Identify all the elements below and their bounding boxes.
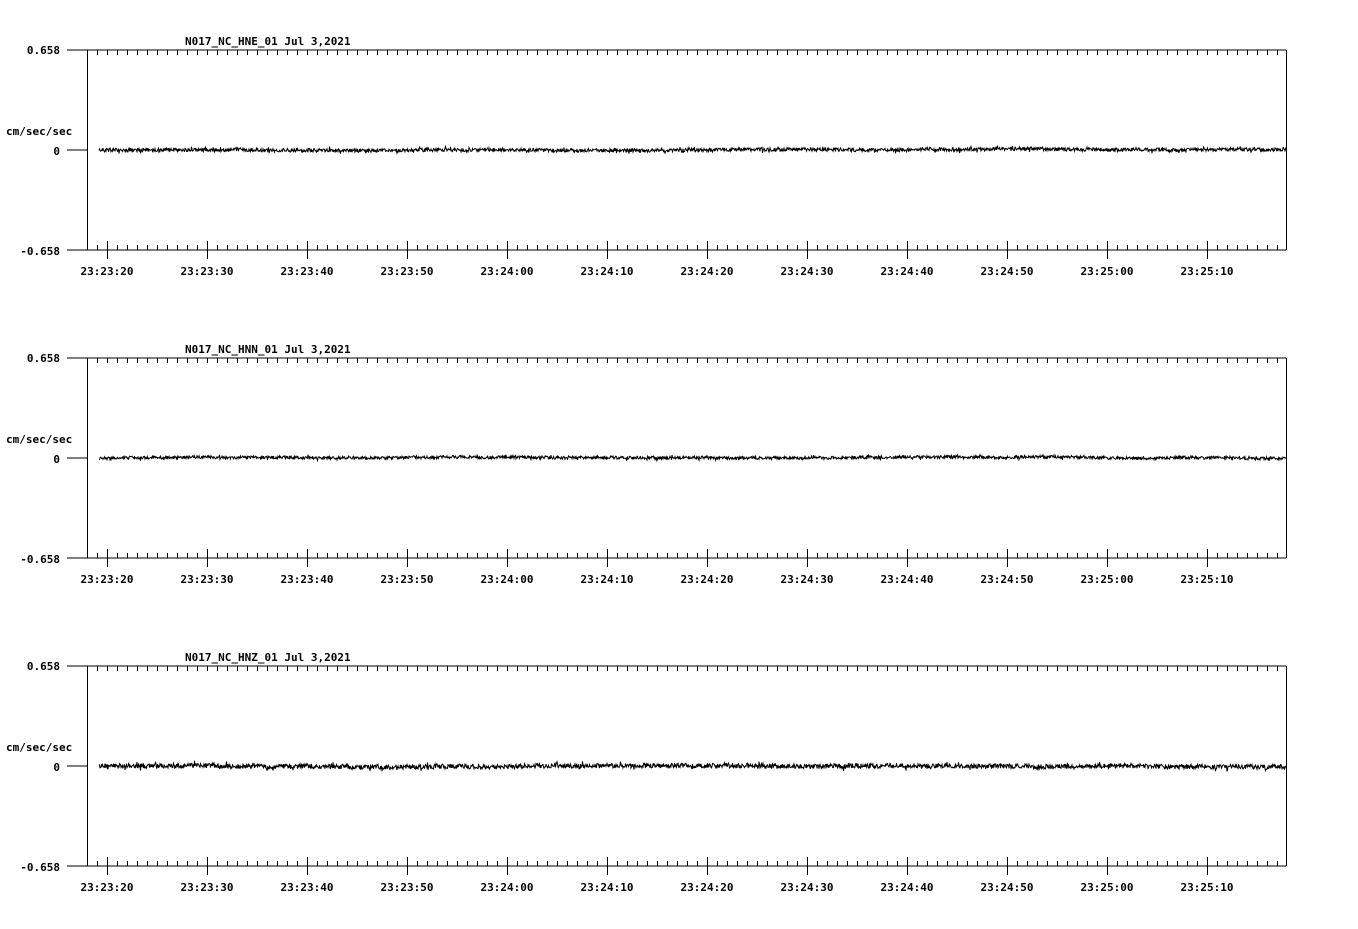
y-tick-label-min: -0.658 bbox=[20, 553, 60, 566]
panel-title: N017_NC_HNE_01 Jul 3,2021 bbox=[185, 35, 351, 48]
x-tick-label: 23:23:30 bbox=[181, 573, 234, 586]
seismogram-figure: N017_NC_HNE_01 Jul 3,2021 0.658 0 -0.658 cm/… bbox=[6, 35, 1287, 894]
x-tick-label: 23:25:10 bbox=[1181, 881, 1234, 894]
x-tick-label: 23:25:00 bbox=[1081, 881, 1134, 894]
y-tick-label-zero: 0 bbox=[53, 145, 60, 158]
x-tick-label: 23:23:50 bbox=[381, 573, 434, 586]
y-tick-label-max: 0.658 bbox=[27, 660, 60, 673]
x-tick-label: 23:24:30 bbox=[781, 881, 834, 894]
x-tick-label: 23:24:10 bbox=[581, 881, 634, 894]
x-tick-label: 23:24:20 bbox=[681, 265, 734, 278]
x-tick-label: 23:24:50 bbox=[981, 881, 1034, 894]
panel-title: N017_NC_HNN_01 Jul 3,2021 bbox=[185, 343, 351, 356]
waveform-trace bbox=[98, 144, 1287, 155]
x-tick-label: 23:25:00 bbox=[1081, 265, 1134, 278]
x-tick-label: 23:23:40 bbox=[281, 881, 334, 894]
x-tick-label: 23:24:00 bbox=[481, 265, 534, 278]
x-tick-label: 23:24:20 bbox=[681, 881, 734, 894]
waveform-trace bbox=[98, 453, 1287, 463]
y-axis-label: cm/sec/sec bbox=[6, 433, 72, 446]
x-tick-label: 23:25:10 bbox=[1181, 573, 1234, 586]
y-tick-label-max: 0.658 bbox=[27, 44, 60, 57]
x-tick-label: 23:25:10 bbox=[1181, 265, 1234, 278]
panel-title: N017_NC_HNZ_01 Jul 3,2021 bbox=[185, 651, 351, 664]
x-tick-label: 23:24:10 bbox=[581, 573, 634, 586]
x-tick-label: 23:23:20 bbox=[81, 265, 134, 278]
x-tick-label: 23:23:20 bbox=[81, 573, 134, 586]
y-tick-label-min: -0.658 bbox=[20, 245, 60, 258]
x-tick-label: 23:24:00 bbox=[481, 881, 534, 894]
x-tick-label: 23:23:50 bbox=[381, 881, 434, 894]
seismogram-panel-1: N017_NC_HNN_01 Jul 3,2021 0.658 0 -0.658 cm/… bbox=[6, 343, 1287, 586]
y-axis-label: cm/sec/sec bbox=[6, 741, 72, 754]
y-tick-label-max: 0.658 bbox=[27, 352, 60, 365]
x-tick-label: 23:24:20 bbox=[681, 573, 734, 586]
x-tick-label: 23:24:10 bbox=[581, 265, 634, 278]
x-tick-label: 23:23:50 bbox=[381, 265, 434, 278]
x-tick-label: 23:23:20 bbox=[81, 881, 134, 894]
x-tick-label: 23:24:30 bbox=[781, 573, 834, 586]
y-tick-label-zero: 0 bbox=[53, 453, 60, 466]
x-tick-label: 23:24:30 bbox=[781, 265, 834, 278]
x-tick-label: 23:25:00 bbox=[1081, 573, 1134, 586]
x-tick-label: 23:23:30 bbox=[181, 881, 234, 894]
y-tick-label-zero: 0 bbox=[53, 761, 60, 774]
x-tick-label: 23:24:40 bbox=[881, 265, 934, 278]
x-tick-label: 23:24:40 bbox=[881, 881, 934, 894]
waveform-trace bbox=[98, 759, 1287, 773]
x-tick-label: 23:24:50 bbox=[981, 573, 1034, 586]
x-tick-label: 23:24:40 bbox=[881, 573, 934, 586]
seismogram-panel-0: N017_NC_HNE_01 Jul 3,2021 0.658 0 -0.658 cm/… bbox=[6, 35, 1287, 278]
x-tick-label: 23:23:30 bbox=[181, 265, 234, 278]
x-tick-label: 23:24:50 bbox=[981, 265, 1034, 278]
x-tick-label: 23:23:40 bbox=[281, 265, 334, 278]
x-tick-label: 23:24:00 bbox=[481, 573, 534, 586]
seismogram-panel-2: N017_NC_HNZ_01 Jul 3,2021 0.658 0 -0.658 cm/… bbox=[6, 651, 1287, 894]
y-tick-label-min: -0.658 bbox=[20, 861, 60, 874]
y-axis-label: cm/sec/sec bbox=[6, 125, 72, 138]
x-tick-label: 23:23:40 bbox=[281, 573, 334, 586]
